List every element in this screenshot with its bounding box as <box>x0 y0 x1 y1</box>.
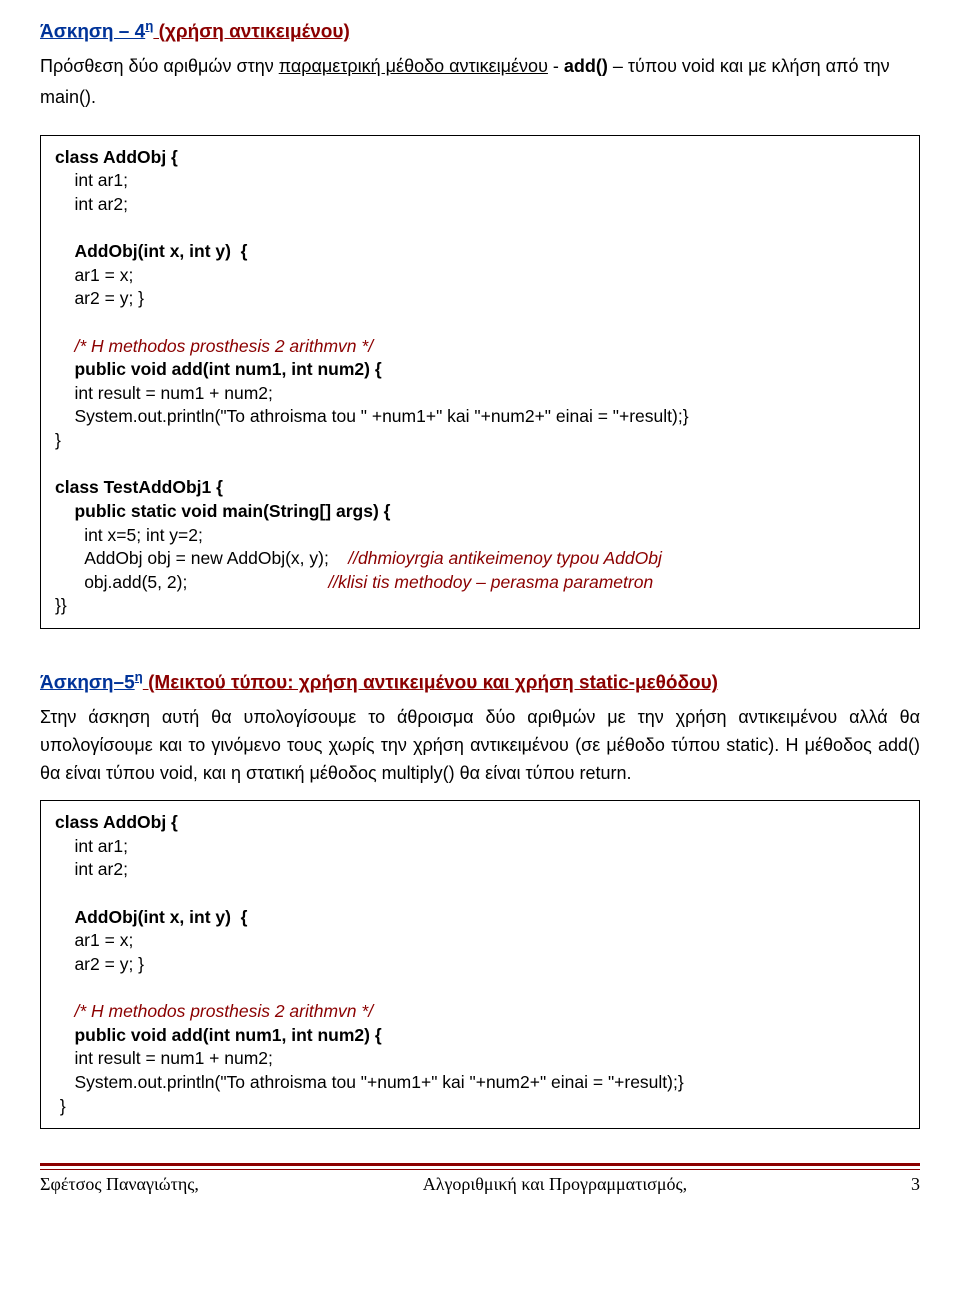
c1-l15: class TestAddObj1 { <box>55 477 223 497</box>
c1-l2: int ar1; <box>55 170 128 190</box>
c1-l3: int ar2; <box>55 194 128 214</box>
ex4-paren: (χρήση αντικειμένου) <box>153 21 349 42</box>
intro-u: παραμετρική μέθοδο αντικειμένου <box>279 56 548 76</box>
c1-l1: class AddObj { <box>55 147 178 167</box>
footer-center: Αλγοριθμική και Προγραμματισμός, <box>423 1174 687 1195</box>
c2-l12: System.out.println("To athroisma tou "+n… <box>55 1072 684 1092</box>
c1-l6: ar1 = x; <box>55 265 133 285</box>
ex5-lead: Άσκηση–5 <box>40 672 135 693</box>
c2-l5: AddObj(int x, int y) { <box>55 907 248 927</box>
code-block-1: class AddObj { int ar1; int ar2; AddObj(… <box>40 135 920 630</box>
c1-l18b: //dhmioyrgia antikeimenoy typou AddObj <box>348 548 662 568</box>
exercise-4-intro: Πρόσθεση δύο αριθμών στην παραμετρική μέ… <box>40 51 920 112</box>
c1-l13: } <box>55 430 61 450</box>
c1-l19a: obj.add(5, 2); <box>55 572 328 592</box>
ex5-mid: (Μεικτού τύπου: χρήση αντικειμένου και χ… <box>143 672 718 693</box>
footer-rule <box>40 1163 920 1170</box>
c1-l9: /* H methodos prosthesis 2 arithmvn */ <box>55 336 373 356</box>
exercise-4-title: Άσκηση – 4η (χρήση αντικειμένου) <box>40 18 920 43</box>
c1-l12: System.out.println("To athroisma tou " +… <box>55 406 689 426</box>
c1-l19b: //klisi tis methodoy – perasma parametro… <box>328 572 653 592</box>
intro-b1: add() <box>564 56 608 76</box>
intro-p2: - <box>548 56 564 76</box>
c1-l16: public static void main(String[] args) { <box>55 501 390 521</box>
c1-l18a: AddObj obj = new AddObj(x, y); <box>55 548 348 568</box>
c2-l1: class AddObj { <box>55 812 178 832</box>
c1-l7: ar2 = y; } <box>55 288 144 308</box>
footer-left: Σφέτσος Παναγιώτης, <box>40 1174 199 1195</box>
footer-right: 3 <box>911 1174 920 1195</box>
c2-l10: public void add(int num1, int num2) { <box>55 1025 382 1045</box>
c2-l7: ar2 = y; } <box>55 954 144 974</box>
ex4-lead: Άσκηση – 4 <box>40 21 145 42</box>
c2-l13: } <box>55 1096 66 1116</box>
ex5-sup: η <box>135 669 143 684</box>
page-footer: Σφέτσος Παναγιώτης, Αλγοριθμική και Προγ… <box>40 1174 920 1205</box>
c2-l2: int ar1; <box>55 836 128 856</box>
c1-l11: int result = num1 + num2; <box>55 383 273 403</box>
c1-l10: public void add(int num1, int num2) { <box>55 359 382 379</box>
c2-l6: ar1 = x; <box>55 930 133 950</box>
c1-l5: AddObj(int x, int y) { <box>55 241 248 261</box>
c2-l3: int ar2; <box>55 859 128 879</box>
exercise-5-body: Στην άσκηση αυτή θα υπολογίσουμε το άθρο… <box>40 704 920 788</box>
c2-l11: int result = num1 + num2; <box>55 1048 273 1068</box>
c1-l17: int x=5; int y=2; <box>55 525 203 545</box>
c2-l9: /* H methodos prosthesis 2 arithmvn */ <box>55 1001 373 1021</box>
exercise-5-title: Άσκηση–5η (Μεικτού τύπου: χρήση αντικειμ… <box>40 669 920 694</box>
intro-p1: Πρόσθεση δύο αριθμών στην <box>40 56 279 76</box>
code-block-2: class AddObj { int ar1; int ar2; AddObj(… <box>40 800 920 1129</box>
c1-l20: }} <box>55 595 67 615</box>
